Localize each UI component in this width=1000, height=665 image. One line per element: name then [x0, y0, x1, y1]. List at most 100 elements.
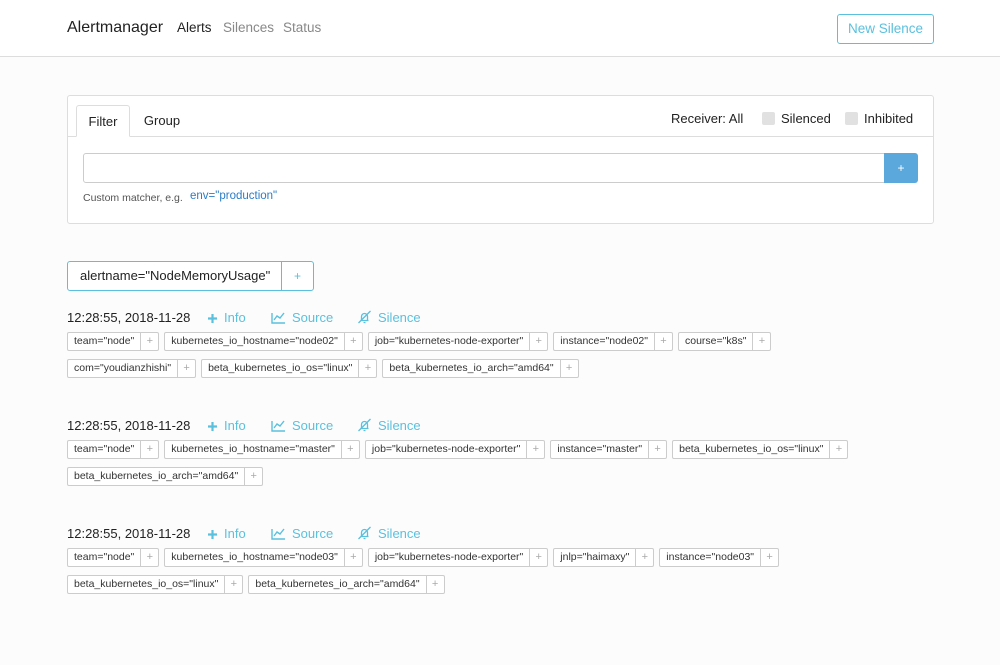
label-chip[interactable]: jnlp="haimaxy" +: [553, 548, 655, 567]
label-text: beta_kubernetes_io_arch="amd64": [389, 362, 554, 374]
plus-icon: [207, 528, 218, 543]
label-row: team="node" + kubernetes_io_hostname="node…: [67, 548, 947, 567]
matcher-example-link[interactable]: env="production": [190, 190, 277, 202]
info-button[interactable]: Info: [207, 310, 246, 327]
label-chip[interactable]: beta_kubernetes_io_arch="amd64" +: [248, 575, 445, 594]
label-add-button[interactable]: +: [648, 441, 666, 458]
info-label: Info: [224, 418, 246, 433]
chart-icon: [271, 528, 286, 543]
label-chip[interactable]: instance="node03" +: [659, 548, 780, 567]
label-chip[interactable]: team="node" +: [67, 548, 160, 567]
alert-timestamp: 12:28:55, 2018-11-28: [67, 418, 191, 433]
bell-slash-icon: [357, 310, 372, 327]
label-chip[interactable]: kubernetes_io_hostname="node03" +: [164, 548, 363, 567]
label-add-button[interactable]: +: [340, 441, 359, 458]
label-chip[interactable]: job="kubernetes-node-exporter" +: [367, 332, 549, 351]
bell-slash-icon: [357, 418, 372, 435]
matcher-hint: Custom matcher, e.g.: [83, 192, 183, 204]
label-add-button[interactable]: +: [140, 333, 158, 350]
label-add-button[interactable]: +: [343, 549, 362, 566]
silenced-label[interactable]: Silenced: [781, 111, 831, 126]
source-label: Source: [292, 418, 334, 433]
label-chip[interactable]: beta_kubernetes_io_os="linux" +: [201, 359, 378, 378]
label-text: course="k8s": [685, 335, 747, 347]
group-label[interactable]: alertname="NodeMemoryUsage": [67, 261, 282, 291]
info-button[interactable]: Info: [207, 418, 246, 435]
silence-button[interactable]: Silence: [357, 526, 421, 543]
plus-icon: [207, 312, 218, 327]
silence-button[interactable]: Silence: [357, 418, 421, 435]
info-button[interactable]: Info: [207, 526, 246, 543]
label-chip[interactable]: beta_kubernetes_io_os="linux" +: [67, 575, 244, 594]
source-button[interactable]: Source: [271, 526, 333, 543]
label-chip[interactable]: com="youdianzhishi" +: [67, 359, 197, 378]
label-add-button[interactable]: +: [829, 441, 847, 458]
label-text: team="node": [74, 443, 135, 455]
tab-filter[interactable]: Filter: [76, 105, 130, 137]
label-chip[interactable]: team="node" +: [67, 440, 160, 459]
nav-status[interactable]: Status: [283, 20, 321, 35]
source-button[interactable]: Source: [271, 418, 333, 435]
alert-item: 12:28:55, 2018-11-28 Info Source Silence tea…: [67, 310, 947, 400]
label-chip[interactable]: instance="node02" +: [553, 332, 673, 351]
bell-slash-icon: [357, 526, 372, 543]
alert-labels: team="node" + kubernetes_io_hostname="node…: [67, 332, 947, 386]
alert-labels: team="node" + kubernetes_io_hostname="mast…: [67, 440, 947, 494]
label-add-button[interactable]: +: [752, 333, 770, 350]
label-text: job="kubernetes-node-exporter": [371, 443, 521, 455]
silence-button[interactable]: Silence: [357, 310, 421, 327]
label-chip[interactable]: kubernetes_io_hostname="node02" +: [164, 332, 363, 351]
source-button[interactable]: Source: [271, 310, 333, 327]
nav-silences[interactable]: Silences: [223, 20, 274, 35]
label-add-button[interactable]: +: [177, 360, 195, 377]
label-add-button[interactable]: +: [140, 441, 158, 458]
label-add-button[interactable]: +: [425, 576, 444, 593]
filter-input[interactable]: [83, 153, 885, 183]
label-chip[interactable]: instance="master" +: [550, 440, 668, 459]
label-add-button[interactable]: +: [224, 576, 242, 593]
label-chip[interactable]: beta_kubernetes_io_os="linux" +: [672, 440, 849, 459]
label-add-button[interactable]: +: [529, 333, 547, 350]
label-add-button[interactable]: +: [526, 441, 544, 458]
label-add-button[interactable]: +: [529, 549, 547, 566]
silenced-checkbox[interactable]: [762, 112, 775, 125]
inhibited-label[interactable]: Inhibited: [864, 111, 913, 126]
label-text: beta_kubernetes_io_os="linux": [208, 362, 353, 374]
label-add-button[interactable]: +: [140, 549, 158, 566]
group-add-button[interactable]: +: [281, 261, 314, 291]
source-label: Source: [292, 526, 334, 541]
source-label: Source: [292, 310, 334, 325]
label-text: beta_kubernetes_io_os="linux": [74, 578, 219, 590]
label-chip[interactable]: beta_kubernetes_io_arch="amd64" +: [382, 359, 579, 378]
brand[interactable]: Alertmanager: [67, 19, 163, 37]
label-add-button[interactable]: +: [654, 333, 672, 350]
label-text: job="kubernetes-node-exporter": [374, 335, 524, 347]
label-chip[interactable]: team="node" +: [67, 332, 160, 351]
label-row: com="youdianzhishi" + beta_kubernetes_io_o…: [67, 359, 947, 378]
filter-add-button[interactable]: +: [884, 153, 918, 183]
label-add-button[interactable]: +: [760, 549, 778, 566]
label-chip[interactable]: course="k8s" +: [678, 332, 772, 351]
label-chip[interactable]: kubernetes_io_hostname="master" +: [164, 440, 360, 459]
new-silence-button[interactable]: New Silence: [837, 14, 934, 44]
tab-group[interactable]: Group: [134, 105, 190, 137]
label-add-button[interactable]: +: [343, 333, 362, 350]
label-text: beta_kubernetes_io_os="linux": [679, 443, 824, 455]
receiver-select[interactable]: Receiver: All: [671, 111, 743, 126]
nav-alerts[interactable]: Alerts: [177, 20, 212, 35]
label-add-button[interactable]: +: [635, 549, 653, 566]
label-chip[interactable]: job="kubernetes-node-exporter" +: [367, 548, 549, 567]
label-chip[interactable]: job="kubernetes-node-exporter" +: [364, 440, 546, 459]
label-text: beta_kubernetes_io_arch="amd64": [74, 470, 239, 482]
label-add-button[interactable]: +: [559, 360, 578, 377]
label-add-button[interactable]: +: [358, 360, 376, 377]
chart-icon: [271, 312, 286, 327]
label-add-button[interactable]: +: [244, 468, 262, 485]
filter-card: Filter Group Receiver: All Silenced Inhi…: [67, 95, 934, 224]
label-text: kubernetes_io_hostname="node03": [171, 551, 338, 563]
alert-item: 12:28:55, 2018-11-28 Info Source Silence tea…: [67, 526, 947, 616]
label-text: jnlp="haimaxy": [560, 551, 630, 563]
label-chip[interactable]: beta_kubernetes_io_arch="amd64" +: [67, 467, 264, 486]
silence-label: Silence: [378, 310, 421, 325]
inhibited-checkbox[interactable]: [845, 112, 858, 125]
